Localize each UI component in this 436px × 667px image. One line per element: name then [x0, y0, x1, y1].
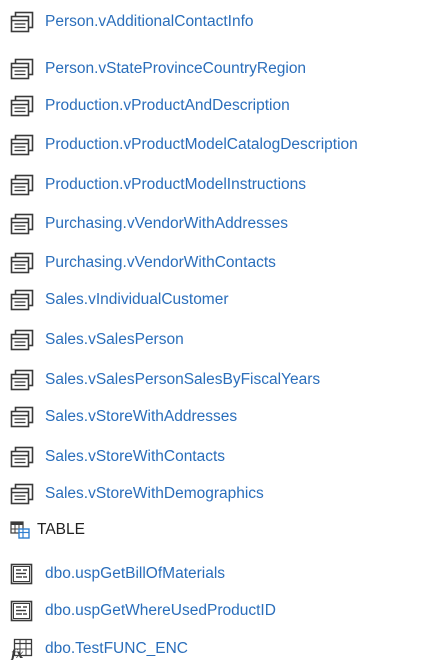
tree-item-view[interactable]: Sales.vStoreWithAddresses — [10, 405, 237, 429]
tree-item-view[interactable]: Production.vProductModelInstructions — [10, 173, 306, 197]
view-name[interactable]: Sales.vStoreWithDemographics — [45, 484, 264, 504]
function-icon: fx — [10, 637, 36, 661]
view-icon — [10, 133, 36, 157]
view-name[interactable]: Sales.vStoreWithAddresses — [45, 407, 237, 427]
view-name[interactable]: Production.vProductModelCatalogDescripti… — [45, 135, 358, 155]
tree-item-view[interactable]: Sales.vSalesPersonSalesByFiscalYears — [10, 368, 320, 392]
view-icon — [10, 10, 36, 34]
tree-item-view[interactable]: Sales.vIndividualCustomer — [10, 288, 229, 312]
table-type-label: TABLE — [37, 521, 85, 538]
view-name[interactable]: Person.vAdditionalContactInfo — [45, 12, 254, 32]
stored-procedure-icon — [10, 562, 36, 586]
tree-item-view[interactable]: Purchasing.vVendorWithContacts — [10, 251, 276, 275]
tree-item-view[interactable]: Sales.vStoreWithDemographics — [10, 482, 264, 506]
view-icon — [10, 405, 36, 429]
view-icon — [10, 328, 36, 352]
view-name[interactable]: Sales.vIndividualCustomer — [45, 290, 229, 310]
function-name[interactable]: dbo.TestFUNC_ENC — [45, 639, 188, 659]
view-icon — [10, 445, 36, 469]
tree-item-procedure[interactable]: dbo.uspGetBillOfMaterials — [10, 562, 225, 586]
tree-item-view[interactable]: Production.vProductAndDescription — [10, 94, 290, 118]
view-icon — [10, 212, 36, 236]
procedure-name[interactable]: dbo.uspGetBillOfMaterials — [45, 564, 225, 584]
view-name[interactable]: Purchasing.vVendorWithAddresses — [45, 214, 288, 234]
view-icon — [10, 482, 36, 506]
tree-item-function[interactable]: fx dbo.TestFUNC_ENC — [10, 637, 188, 661]
view-icon — [10, 251, 36, 275]
view-name[interactable]: Person.vStateProvinceCountryRegion — [45, 59, 306, 79]
tree-item-view[interactable]: Person.vStateProvinceCountryRegion — [10, 57, 306, 81]
view-icon — [10, 94, 36, 118]
tree-item-procedure[interactable]: dbo.uspGetWhereUsedProductID — [10, 599, 276, 623]
tree-item-view[interactable]: Production.vProductModelCatalogDescripti… — [10, 133, 358, 157]
view-name[interactable]: Sales.vSalesPerson — [45, 330, 184, 350]
stored-procedure-icon — [10, 599, 36, 623]
view-name[interactable]: Production.vProductAndDescription — [45, 96, 290, 116]
tree-item-table-type[interactable]: TABLE — [10, 518, 85, 542]
svg-text:fx: fx — [10, 647, 24, 660]
table-type-icon — [10, 518, 31, 542]
view-icon — [10, 173, 36, 197]
tree-item-view[interactable]: Person.vAdditionalContactInfo — [10, 10, 254, 34]
tree-item-view[interactable]: Sales.vSalesPerson — [10, 328, 184, 352]
view-icon — [10, 288, 36, 312]
view-name[interactable]: Sales.vStoreWithContacts — [45, 447, 225, 467]
view-icon — [10, 368, 36, 392]
view-name[interactable]: Sales.vSalesPersonSalesByFiscalYears — [45, 370, 320, 390]
tree-item-view[interactable]: Sales.vStoreWithContacts — [10, 445, 225, 469]
view-name[interactable]: Production.vProductModelInstructions — [45, 175, 306, 195]
procedure-name[interactable]: dbo.uspGetWhereUsedProductID — [45, 601, 276, 621]
tree-item-view[interactable]: Purchasing.vVendorWithAddresses — [10, 212, 288, 236]
view-name[interactable]: Purchasing.vVendorWithContacts — [45, 253, 276, 273]
view-icon — [10, 57, 36, 81]
